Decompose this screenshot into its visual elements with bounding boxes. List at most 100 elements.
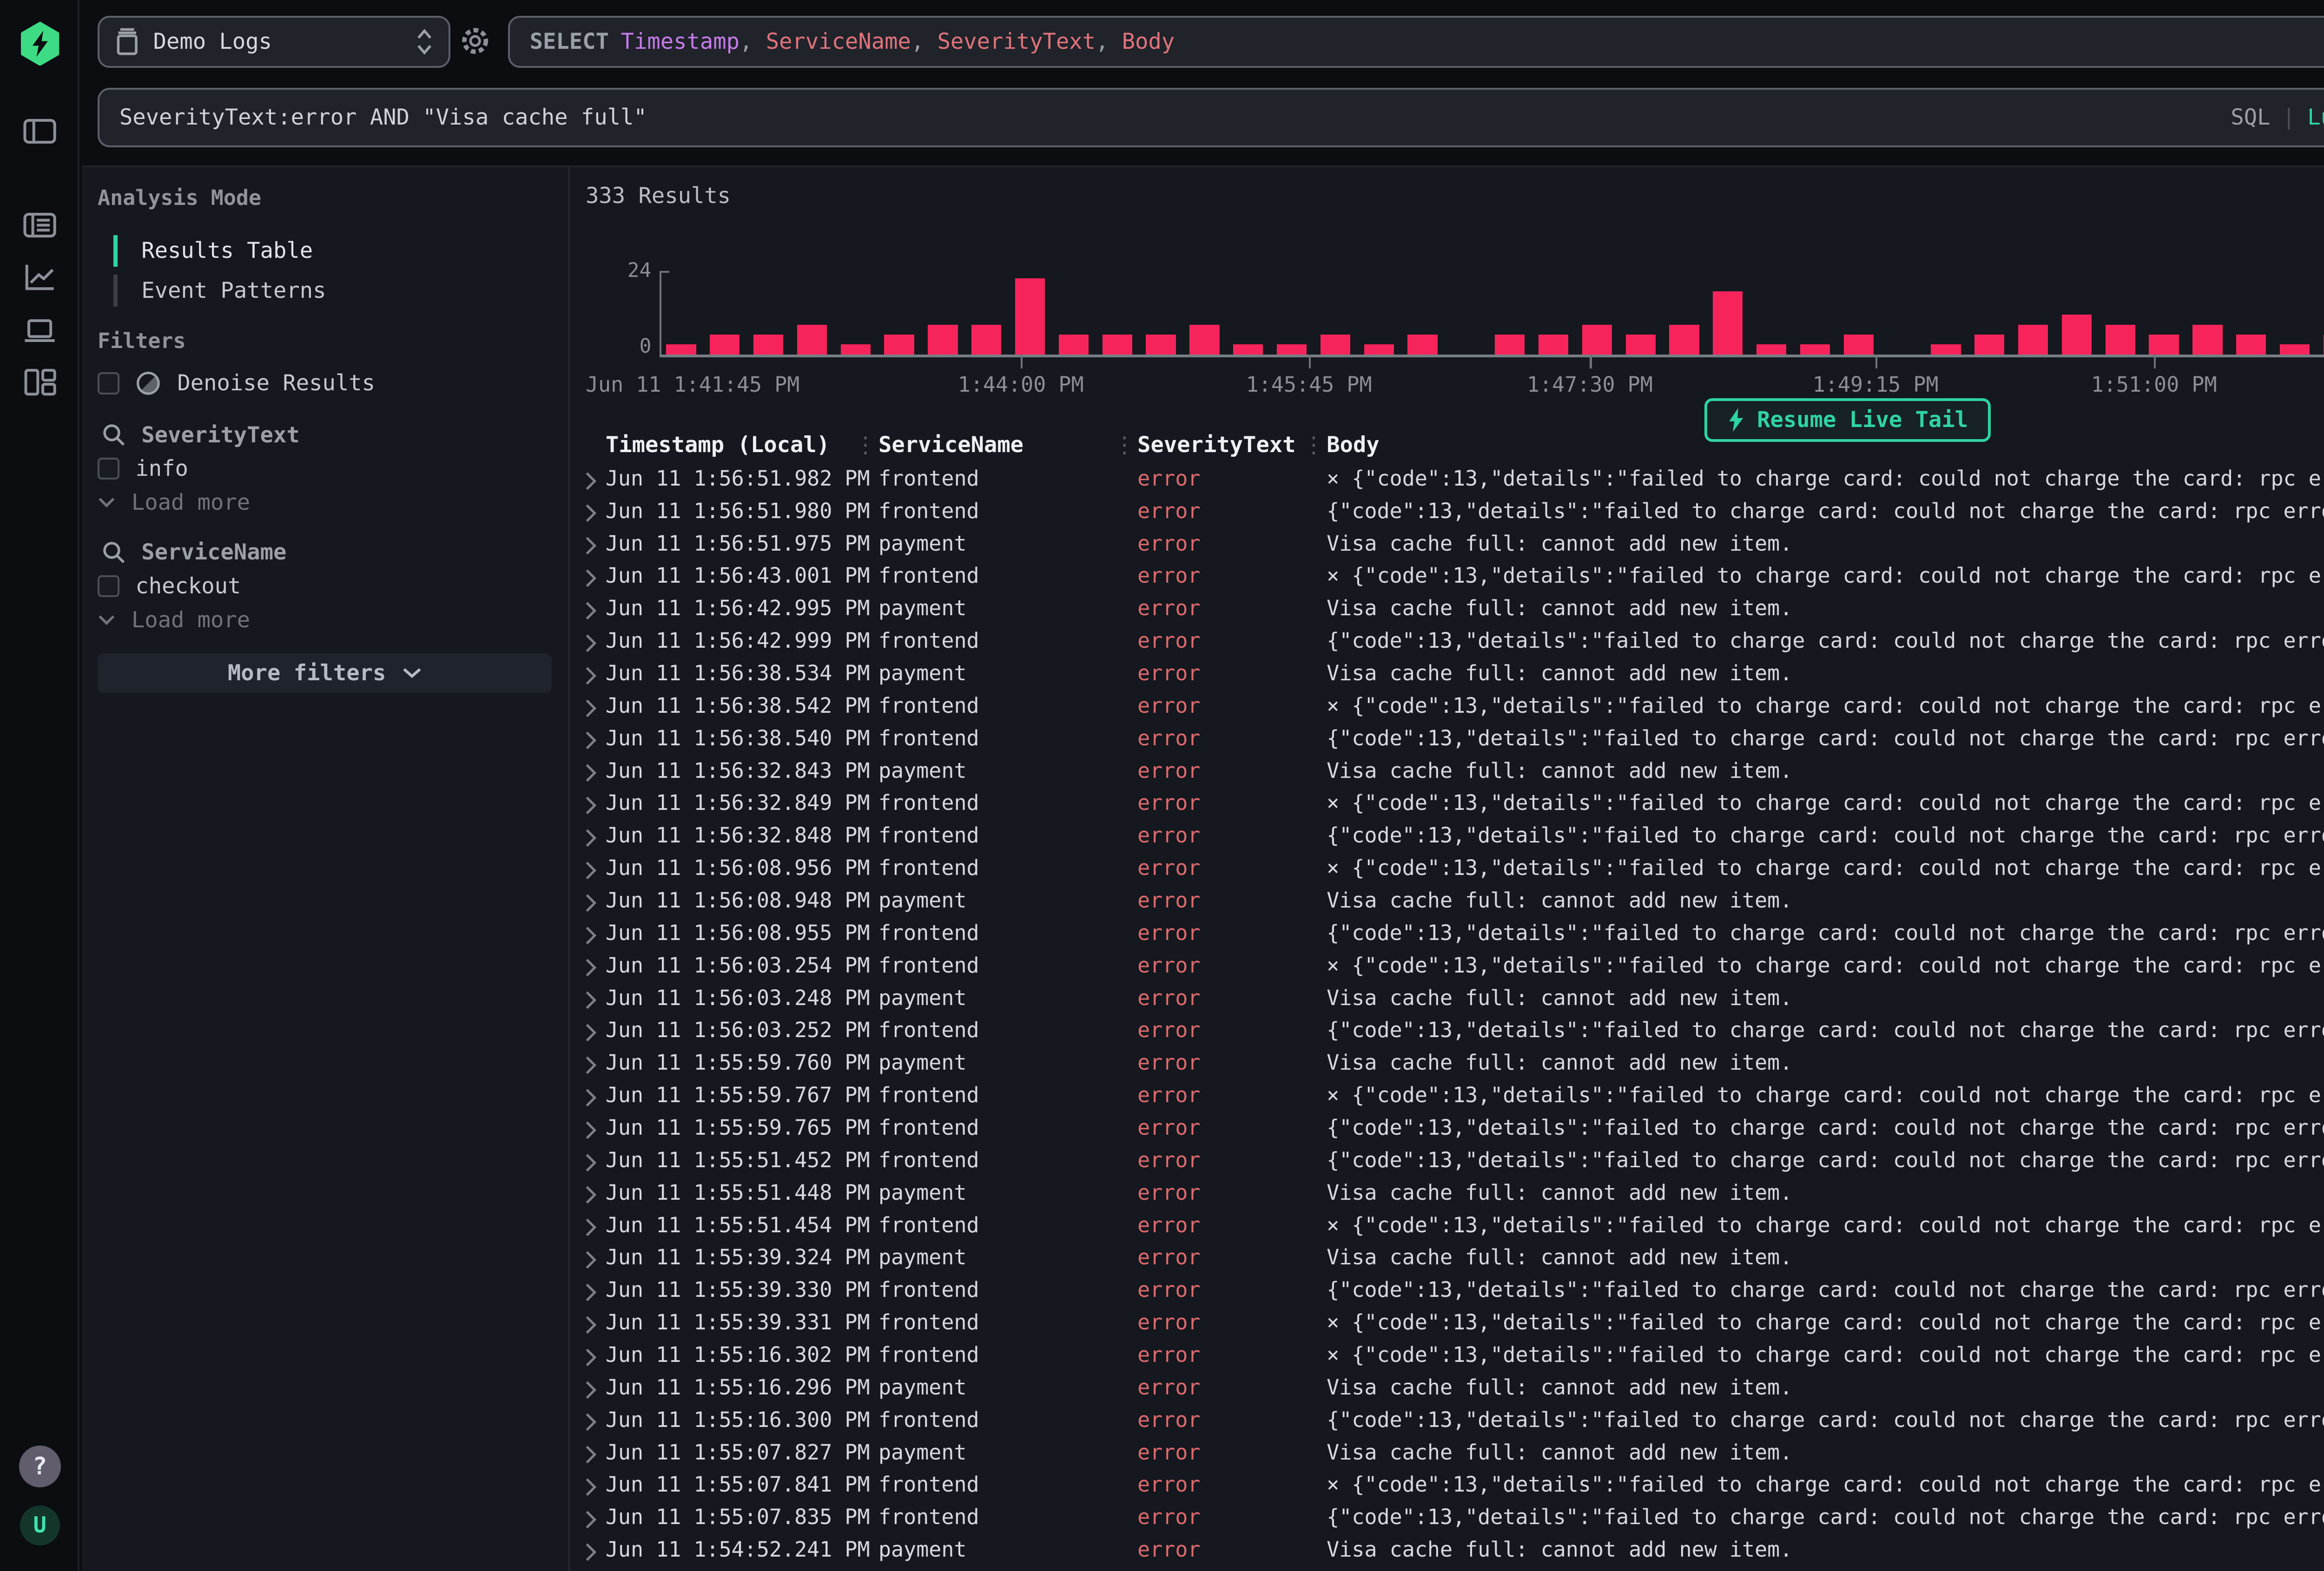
app-logo[interactable]: [0, 22, 79, 66]
histogram-bar[interactable]: [1669, 325, 1699, 355]
search-query-input[interactable]: SeverityText:error AND "Visa cache full"…: [98, 88, 2324, 148]
expand-chevron-icon[interactable]: [584, 1542, 598, 1562]
histogram-bar[interactable]: [1320, 335, 1350, 355]
log-row[interactable]: Jun 11 1:54:52.241 PMpaymenterrorVisa ca…: [572, 1535, 2324, 1568]
nav-logs[interactable]: [0, 207, 79, 243]
log-row[interactable]: Jun 11 1:56:43.001 PMfrontenderror× {"co…: [572, 561, 2324, 594]
log-row[interactable]: Jun 11 1:55:07.841 PMfrontenderror× {"co…: [572, 1470, 2324, 1503]
expand-chevron-icon[interactable]: [584, 1412, 598, 1432]
log-row[interactable]: Jun 11 1:56:03.254 PMfrontenderror× {"co…: [572, 951, 2324, 983]
histogram-bar[interactable]: [2236, 335, 2266, 355]
expand-chevron-icon[interactable]: [584, 1217, 598, 1237]
histogram-bar[interactable]: [1626, 335, 1656, 355]
histogram-bar[interactable]: [1146, 335, 1175, 355]
expand-chevron-icon[interactable]: [584, 1445, 598, 1465]
histogram-bar[interactable]: [666, 344, 696, 354]
filter-group-servicename[interactable]: ServiceName: [102, 539, 287, 565]
log-row[interactable]: Jun 11 1:56:51.980 PMfrontenderror{"code…: [572, 496, 2324, 529]
expand-chevron-icon[interactable]: [584, 1120, 598, 1140]
histogram-bar[interactable]: [1407, 335, 1437, 355]
histogram-bar[interactable]: [2018, 325, 2048, 355]
filter-group-severitytext[interactable]: SeverityText: [102, 422, 300, 448]
column-resize-handle[interactable]: ⋮: [855, 432, 877, 458]
expand-chevron-icon[interactable]: [584, 1477, 598, 1497]
col-severitytext[interactable]: SeverityText: [1137, 432, 1295, 458]
log-row[interactable]: Jun 11 1:56:03.252 PMfrontenderror{"code…: [572, 1016, 2324, 1048]
histogram-bar[interactable]: [1582, 325, 1612, 355]
denoise-checkbox[interactable]: [98, 372, 119, 394]
histogram-bar[interactable]: [1015, 278, 1045, 355]
log-row[interactable]: Jun 11 1:55:16.302 PMfrontenderror× {"co…: [572, 1341, 2324, 1373]
log-row[interactable]: Jun 11 1:55:51.448 PMpaymenterrorVisa ca…: [572, 1178, 2324, 1210]
histogram-bar[interactable]: [1233, 344, 1263, 354]
log-row[interactable]: Jun 11 1:56:42.999 PMfrontenderror{"code…: [572, 626, 2324, 659]
log-row[interactable]: Jun 11 1:55:07.827 PMpaymenterrorVisa ca…: [572, 1438, 2324, 1470]
col-timestamp[interactable]: Timestamp (Local): [606, 432, 830, 458]
expand-chevron-icon[interactable]: [584, 471, 598, 491]
histogram-bar[interactable]: [797, 325, 827, 355]
expand-chevron-icon[interactable]: [584, 763, 598, 783]
log-row[interactable]: Jun 11 1:56:51.975 PMpaymenterrorVisa ca…: [572, 529, 2324, 561]
histogram-bar[interactable]: [841, 344, 871, 354]
log-row[interactable]: Jun 11 1:55:51.454 PMfrontenderror× {"co…: [572, 1210, 2324, 1243]
denoise-label[interactable]: Denoise Results: [177, 370, 375, 396]
log-row[interactable]: Jun 11 1:56:08.955 PMfrontenderror{"code…: [572, 919, 2324, 951]
expand-chevron-icon[interactable]: [584, 1250, 598, 1270]
expand-chevron-icon[interactable]: [584, 698, 598, 718]
expand-chevron-icon[interactable]: [584, 1055, 598, 1075]
histogram-bar[interactable]: [1800, 344, 1830, 354]
mode-toggle-sql[interactable]: SQL: [2231, 105, 2270, 130]
expand-chevron-icon[interactable]: [584, 1315, 598, 1335]
histogram-bar[interactable]: [2149, 335, 2179, 355]
expand-chevron-icon[interactable]: [584, 503, 598, 523]
log-row[interactable]: Jun 11 1:55:59.767 PMfrontenderror× {"co…: [572, 1081, 2324, 1113]
log-row[interactable]: Jun 11 1:55:07.835 PMfrontenderror{"code…: [572, 1503, 2324, 1535]
expand-chevron-icon[interactable]: [584, 1153, 598, 1173]
histogram-bar[interactable]: [2062, 315, 2092, 355]
column-resize-handle[interactable]: ⋮: [1114, 432, 1136, 458]
expand-chevron-icon[interactable]: [584, 568, 598, 588]
expand-chevron-icon[interactable]: [584, 795, 598, 815]
histogram-bar[interactable]: [1103, 335, 1132, 355]
log-row[interactable]: Jun 11 1:56:32.848 PMfrontenderror{"code…: [572, 821, 2324, 854]
mode-event-patterns[interactable]: Event Patterns: [113, 273, 326, 309]
mode-results-table[interactable]: Results Table: [113, 233, 313, 269]
histogram-bar[interactable]: [1277, 344, 1307, 354]
user-avatar[interactable]: U: [0, 1505, 79, 1545]
load-more-severitytext[interactable]: Load more: [98, 490, 250, 515]
histogram-bar[interactable]: [753, 335, 783, 355]
expand-chevron-icon[interactable]: [584, 1348, 598, 1367]
select-query-input[interactable]: SELECT Timestamp, ServiceName, SeverityT…: [508, 16, 2324, 67]
expand-chevron-icon[interactable]: [584, 601, 598, 621]
expand-chevron-icon[interactable]: [584, 958, 598, 978]
expand-chevron-icon[interactable]: [584, 893, 598, 913]
expand-chevron-icon[interactable]: [584, 1185, 598, 1205]
nav-chart-explorer[interactable]: [0, 259, 79, 295]
help-button[interactable]: ?: [0, 1446, 79, 1487]
histogram-bar[interactable]: [1844, 335, 1874, 355]
log-row[interactable]: Jun 11 1:55:16.300 PMfrontenderror{"code…: [572, 1405, 2324, 1438]
histogram-bar[interactable]: [1713, 291, 1743, 355]
log-row[interactable]: Jun 11 1:55:51.452 PMfrontenderror{"code…: [572, 1146, 2324, 1178]
nav-dashboards[interactable]: [0, 364, 79, 400]
expand-chevron-icon[interactable]: [584, 536, 598, 556]
log-row[interactable]: Jun 11 1:56:42.995 PMpaymenterrorVisa ca…: [572, 594, 2324, 626]
log-row[interactable]: Jun 11 1:56:08.948 PMpaymenterrorVisa ca…: [572, 886, 2324, 919]
log-row[interactable]: Jun 11 1:56:32.843 PMpaymenterrorVisa ca…: [572, 756, 2324, 789]
histogram-bar[interactable]: [1538, 335, 1568, 355]
source-select[interactable]: Demo Logs: [98, 16, 450, 67]
expand-chevron-icon[interactable]: [584, 926, 598, 946]
more-filters-button[interactable]: More filters: [98, 653, 552, 693]
nav-client-sessions[interactable]: [0, 313, 79, 348]
log-row[interactable]: Jun 11 1:55:16.296 PMpaymenterrorVisa ca…: [572, 1373, 2324, 1406]
source-settings-button[interactable]: [460, 26, 490, 56]
log-row[interactable]: Jun 11 1:55:39.330 PMfrontenderror{"code…: [572, 1275, 2324, 1308]
expand-chevron-icon[interactable]: [584, 828, 598, 848]
histogram-bar[interactable]: [1931, 344, 1961, 354]
log-row[interactable]: Jun 11 1:55:39.331 PMfrontenderror× {"co…: [572, 1308, 2324, 1341]
expand-chevron-icon[interactable]: [584, 1282, 598, 1302]
log-row[interactable]: Jun 11 1:56:38.540 PMfrontenderror{"code…: [572, 723, 2324, 756]
expand-chevron-icon[interactable]: [584, 1380, 598, 1400]
col-body[interactable]: Body: [1327, 432, 1380, 458]
results-histogram[interactable]: 240Jun 11 1:41:45 PM1:44:00 PM1:45:45 PM…: [572, 207, 2324, 407]
